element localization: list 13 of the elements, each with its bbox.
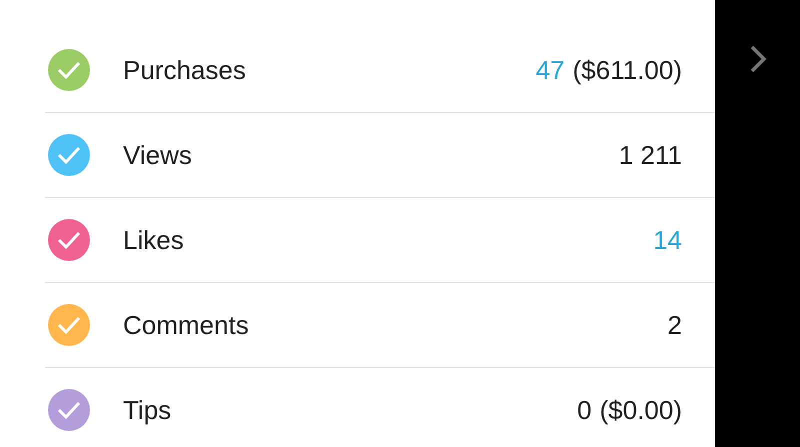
stat-count: 0 — [577, 394, 592, 426]
stat-count[interactable]: 47 — [536, 50, 565, 90]
stat-label: Views — [123, 138, 192, 172]
stat-count: 2 — [668, 308, 682, 342]
stat-label: Comments — [123, 308, 249, 342]
stat-amount: ($611.00) — [572, 54, 682, 86]
stat-label: Tips — [123, 394, 172, 426]
stat-amount: ($0.00) — [600, 394, 682, 426]
chevron-right-icon[interactable] — [748, 44, 766, 74]
stat-label: Likes — [123, 224, 184, 256]
stat-label: Purchases — [123, 54, 246, 86]
stat-count: 1 211 — [618, 138, 682, 172]
stat-count[interactable]: 14 — [653, 220, 682, 260]
